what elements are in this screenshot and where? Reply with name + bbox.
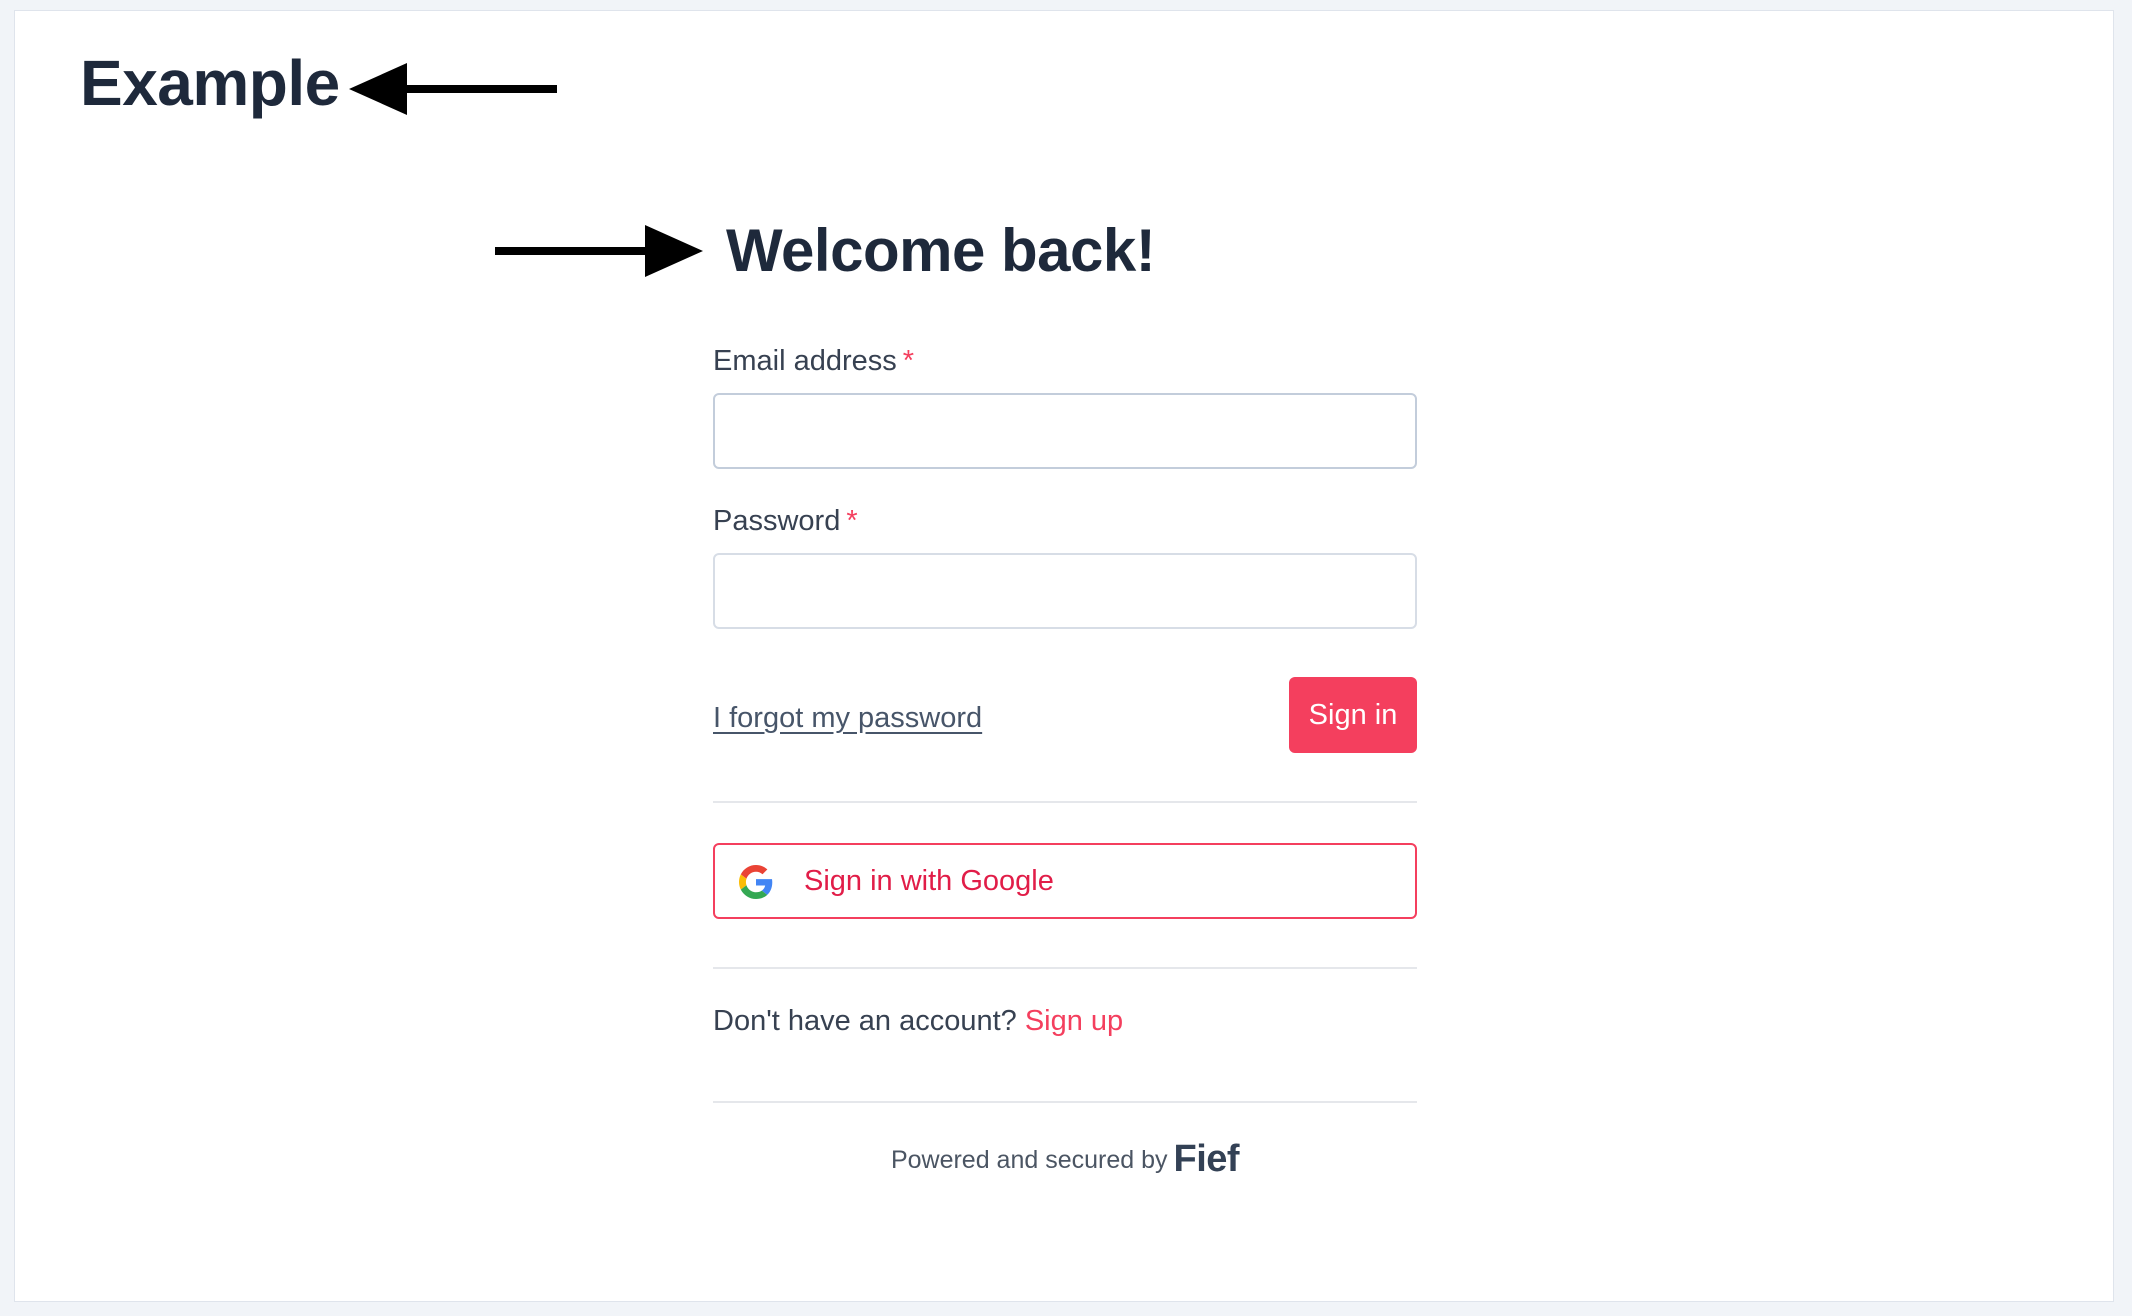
google-g-icon: [739, 865, 773, 899]
forgot-password-link[interactable]: I forgot my password: [713, 698, 982, 738]
email-label: Email address *: [713, 341, 914, 381]
password-label: Password *: [713, 501, 858, 541]
divider: [713, 967, 1417, 969]
tenant-name: Example: [80, 47, 340, 119]
fief-logo[interactable]: Fief: [1174, 1138, 1240, 1180]
divider: [713, 1101, 1417, 1103]
divider: [713, 801, 1417, 803]
powered-by: Powered and secured by Fief: [713, 1139, 1417, 1180]
powered-by-text: Powered and secured by: [890, 1146, 1168, 1174]
password-label-text: Password: [713, 505, 841, 537]
signup-prompt-text: Don't have an account?: [713, 1005, 1017, 1037]
signup-prompt: Don't have an account? Sign up: [713, 1001, 1123, 1041]
required-marker: *: [846, 505, 858, 537]
password-field[interactable]: [713, 553, 1417, 629]
arrow-left-icon: [349, 63, 557, 115]
required-marker: *: [902, 345, 915, 377]
page-frame: Example Welcome back! Email address * Pas…: [14, 10, 2114, 1302]
google-sign-in-button[interactable]: Sign in with Google: [713, 843, 1417, 919]
email-field[interactable]: [713, 393, 1417, 469]
page-title: Welcome back!: [726, 217, 1156, 284]
sign-up-link[interactable]: Sign up: [1025, 1005, 1123, 1037]
google-sign-in-label: Sign in with Google: [804, 865, 1054, 897]
arrow-right-icon: [495, 225, 703, 277]
sign-in-button[interactable]: Sign in: [1289, 677, 1417, 753]
email-label-text: Email address: [713, 345, 897, 377]
